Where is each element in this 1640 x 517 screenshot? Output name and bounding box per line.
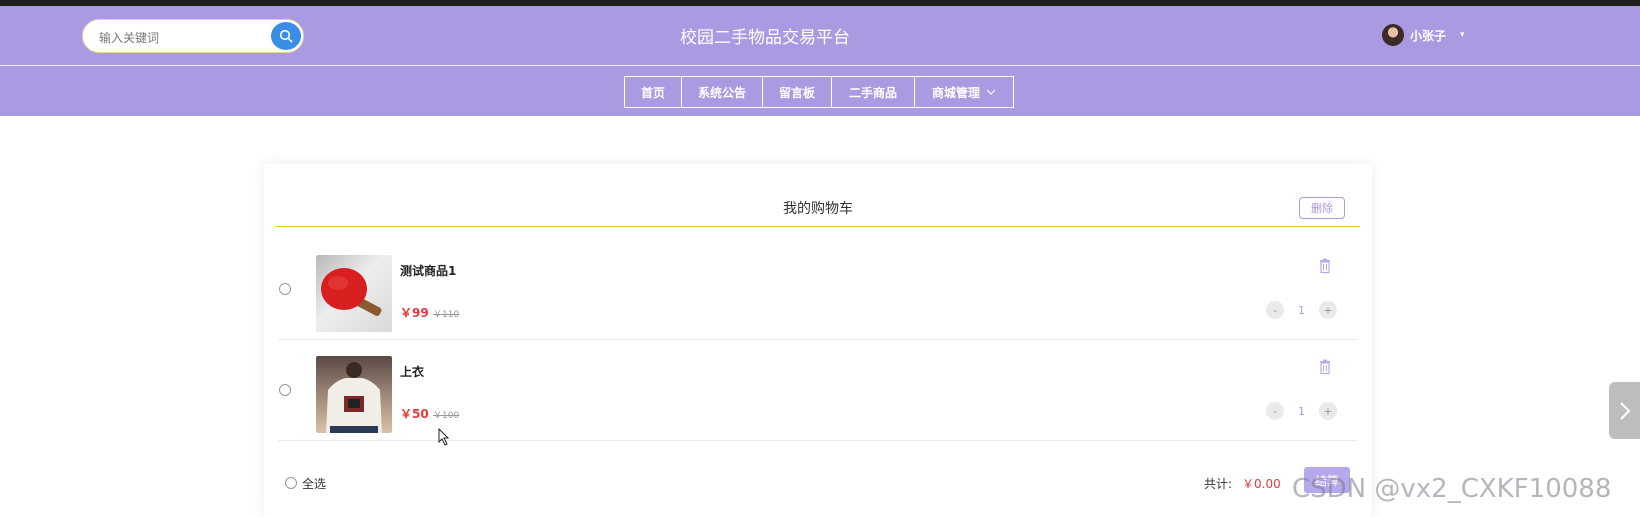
- trash-icon[interactable]: [1317, 258, 1333, 274]
- increase-button[interactable]: +: [1319, 301, 1337, 319]
- cart-item: 测试商品1 ￥99 ￥110 - 1 +: [278, 239, 1358, 340]
- next-page-arrow[interactable]: [1609, 382, 1640, 439]
- site-header: 校园二手物品交易平台 小张子 ▾ 首页 系统公告 留言板 二手商品 商城管理: [0, 6, 1640, 116]
- cart-panel: 我的购物车 删除 测试商品1 ￥99 ￥110 - 1 + 上衣 ￥50 ￥10…: [264, 164, 1372, 517]
- chevron-down-icon: [986, 89, 996, 95]
- title-divider: [276, 226, 1360, 227]
- nav-item-mall-management[interactable]: 商城管理: [914, 76, 1014, 108]
- user-name: 小张子: [1410, 28, 1447, 43]
- product-price: ￥99: [400, 306, 429, 320]
- total-label: 共计:: [1204, 477, 1233, 491]
- increase-button[interactable]: +: [1319, 402, 1337, 420]
- item-select-radio[interactable]: [279, 384, 291, 396]
- nav-item-used-goods[interactable]: 二手商品: [831, 76, 915, 108]
- nav-item-label: 留言板: [778, 85, 815, 100]
- avatar: [1382, 24, 1404, 46]
- nav-item-announcements[interactable]: 系统公告: [681, 76, 763, 108]
- select-all-radio[interactable]: [285, 477, 297, 489]
- header-divider: [0, 65, 1640, 66]
- nav-item-label: 系统公告: [697, 85, 746, 100]
- quantity-value[interactable]: 1: [1284, 405, 1319, 418]
- product-name[interactable]: 上衣: [400, 363, 424, 380]
- product-name[interactable]: 测试商品1: [400, 262, 456, 279]
- nav-item-label: 二手商品: [848, 85, 897, 100]
- total-value: ￥0.00: [1242, 477, 1281, 491]
- nav-item-message-board[interactable]: 留言板: [762, 76, 832, 108]
- cart-title: 我的购物车: [783, 201, 853, 217]
- product-original-price: ￥110: [433, 310, 460, 320]
- select-all-label[interactable]: 全选: [302, 475, 326, 492]
- cart-item: 上衣 ￥50 ￥100 - 1 +: [278, 340, 1358, 441]
- user-menu[interactable]: 小张子 ▾: [1382, 24, 1465, 46]
- chevron-right-icon: [1619, 401, 1630, 420]
- product-price: ￥50: [400, 407, 429, 421]
- nav-item-label: 商城管理: [931, 85, 980, 100]
- product-image[interactable]: [316, 255, 392, 332]
- item-select-radio[interactable]: [279, 283, 291, 295]
- trash-icon[interactable]: [1317, 359, 1333, 375]
- watermark: CSDN @vx2_CXKF10088: [1292, 474, 1612, 504]
- nav-item-home[interactable]: 首页: [624, 76, 682, 108]
- site-title: 校园二手物品交易平台: [680, 28, 850, 48]
- product-image[interactable]: [316, 356, 392, 433]
- nav-item-label: 首页: [640, 85, 665, 100]
- quantity-value[interactable]: 1: [1284, 304, 1319, 317]
- quantity-stepper: - 1 +: [1266, 300, 1337, 320]
- quantity-stepper: - 1 +: [1266, 401, 1337, 421]
- cart-footer: 全选 共计: ￥0.00 结算: [264, 466, 1372, 506]
- product-original-price: ￥100: [433, 411, 460, 421]
- mouse-cursor-icon: [438, 427, 450, 450]
- main-nav: 首页 系统公告 留言板 二手商品 商城管理: [624, 76, 1014, 108]
- caret-down-icon: ▾: [1460, 30, 1465, 40]
- decrease-button[interactable]: -: [1266, 301, 1284, 319]
- delete-button[interactable]: 删除: [1299, 197, 1345, 219]
- decrease-button[interactable]: -: [1266, 402, 1284, 420]
